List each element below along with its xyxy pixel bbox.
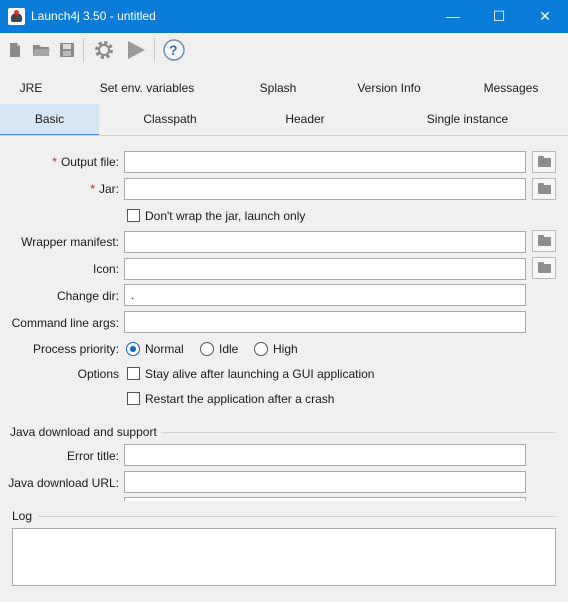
jar-browse-button[interactable] [532, 178, 556, 200]
dont-wrap-checkbox[interactable] [127, 209, 140, 222]
folder-icon [538, 262, 551, 273]
launch4j-app-icon [8, 8, 25, 25]
close-button[interactable]: ✕ [522, 0, 568, 33]
process-priority-label: Process priority: [32, 342, 119, 356]
required-marker: * [52, 155, 57, 169]
tab-set-env-variables[interactable]: Set env. variables [62, 73, 232, 103]
icon-input[interactable] [124, 258, 526, 280]
maximize-button[interactable]: ☐ [476, 0, 522, 33]
tab-splash[interactable]: Splash [232, 73, 324, 103]
options-label: Options [77, 367, 119, 381]
build-gear-icon[interactable] [92, 38, 116, 62]
minimize-button[interactable]: — [430, 0, 476, 33]
error-title-input[interactable] [124, 444, 526, 466]
stay-alive-checkbox[interactable] [127, 367, 140, 380]
change-dir-input[interactable]: . [124, 284, 526, 306]
log-section-divider [38, 516, 556, 517]
toolbar-separator [83, 38, 84, 62]
wrapper-manifest-label: Wrapper manifest: [21, 235, 119, 249]
stay-alive-label: Stay alive after launching a GUI applica… [145, 367, 375, 381]
jar-input[interactable] [124, 178, 526, 200]
wrapper-manifest-input[interactable] [124, 231, 526, 253]
tab-header[interactable]: Header [241, 104, 369, 134]
priority-normal-label: Normal [145, 342, 184, 356]
new-file-icon[interactable] [5, 40, 25, 60]
jar-label: * Jar: [90, 182, 119, 196]
window-title: Launch4j 3.50 - untitled [31, 9, 156, 23]
toolbar-separator [154, 38, 155, 62]
restart-label: Restart the application after a crash [145, 392, 335, 406]
tab-messages[interactable]: Messages [454, 73, 568, 103]
help-icon[interactable]: ? [162, 38, 186, 62]
save-icon[interactable] [57, 40, 77, 60]
tab-classpath[interactable]: Classpath [99, 104, 241, 134]
log-section-title: Log [12, 509, 33, 523]
output-file-input[interactable] [124, 151, 526, 173]
tab-divider [0, 135, 568, 136]
restart-checkbox[interactable] [127, 392, 140, 405]
required-marker: * [90, 182, 95, 196]
folder-icon [538, 183, 551, 194]
tab-basic[interactable]: Basic [0, 104, 99, 136]
java-download-url-label: Java download URL: [8, 476, 119, 490]
priority-high-label: High [273, 342, 298, 356]
priority-high-radio[interactable] [254, 342, 268, 356]
command-line-args-label: Command line args: [11, 316, 119, 330]
open-folder-icon[interactable] [31, 40, 51, 60]
log-textarea[interactable] [12, 528, 556, 586]
tab-single-instance[interactable]: Single instance [369, 104, 566, 134]
tab-row-lower: Basic Classpath Header Single instance [0, 104, 568, 136]
run-play-icon[interactable] [124, 38, 148, 62]
output-file-label: * Output file: [52, 155, 119, 169]
error-title-label: Error title: [66, 449, 119, 463]
folder-icon [538, 156, 551, 167]
help-glyph: ? [169, 42, 178, 58]
icon-label: Icon: [92, 262, 119, 276]
java-download-url-input[interactable] [124, 471, 526, 493]
tab-jre[interactable]: JRE [0, 73, 62, 103]
wrapper-manifest-browse-button[interactable] [532, 230, 556, 252]
change-dir-label: Change dir: [56, 289, 119, 303]
icon-browse-button[interactable] [532, 257, 556, 279]
command-line-args-input[interactable] [124, 311, 526, 333]
partially-visible-field [124, 497, 526, 501]
output-file-browse-button[interactable] [532, 151, 556, 173]
dont-wrap-label: Don't wrap the jar, launch only [145, 209, 306, 223]
priority-idle-radio[interactable] [200, 342, 214, 356]
toolbar [0, 33, 568, 69]
tab-row-upper: JRE Set env. variables Splash Version In… [0, 73, 568, 103]
priority-idle-label: Idle [219, 342, 239, 356]
java-download-section-title: Java download and support [10, 425, 157, 439]
tab-version-info[interactable]: Version Info [324, 73, 454, 103]
java-download-section-divider [162, 432, 556, 433]
folder-icon [538, 235, 551, 246]
priority-normal-radio[interactable] [126, 342, 140, 356]
